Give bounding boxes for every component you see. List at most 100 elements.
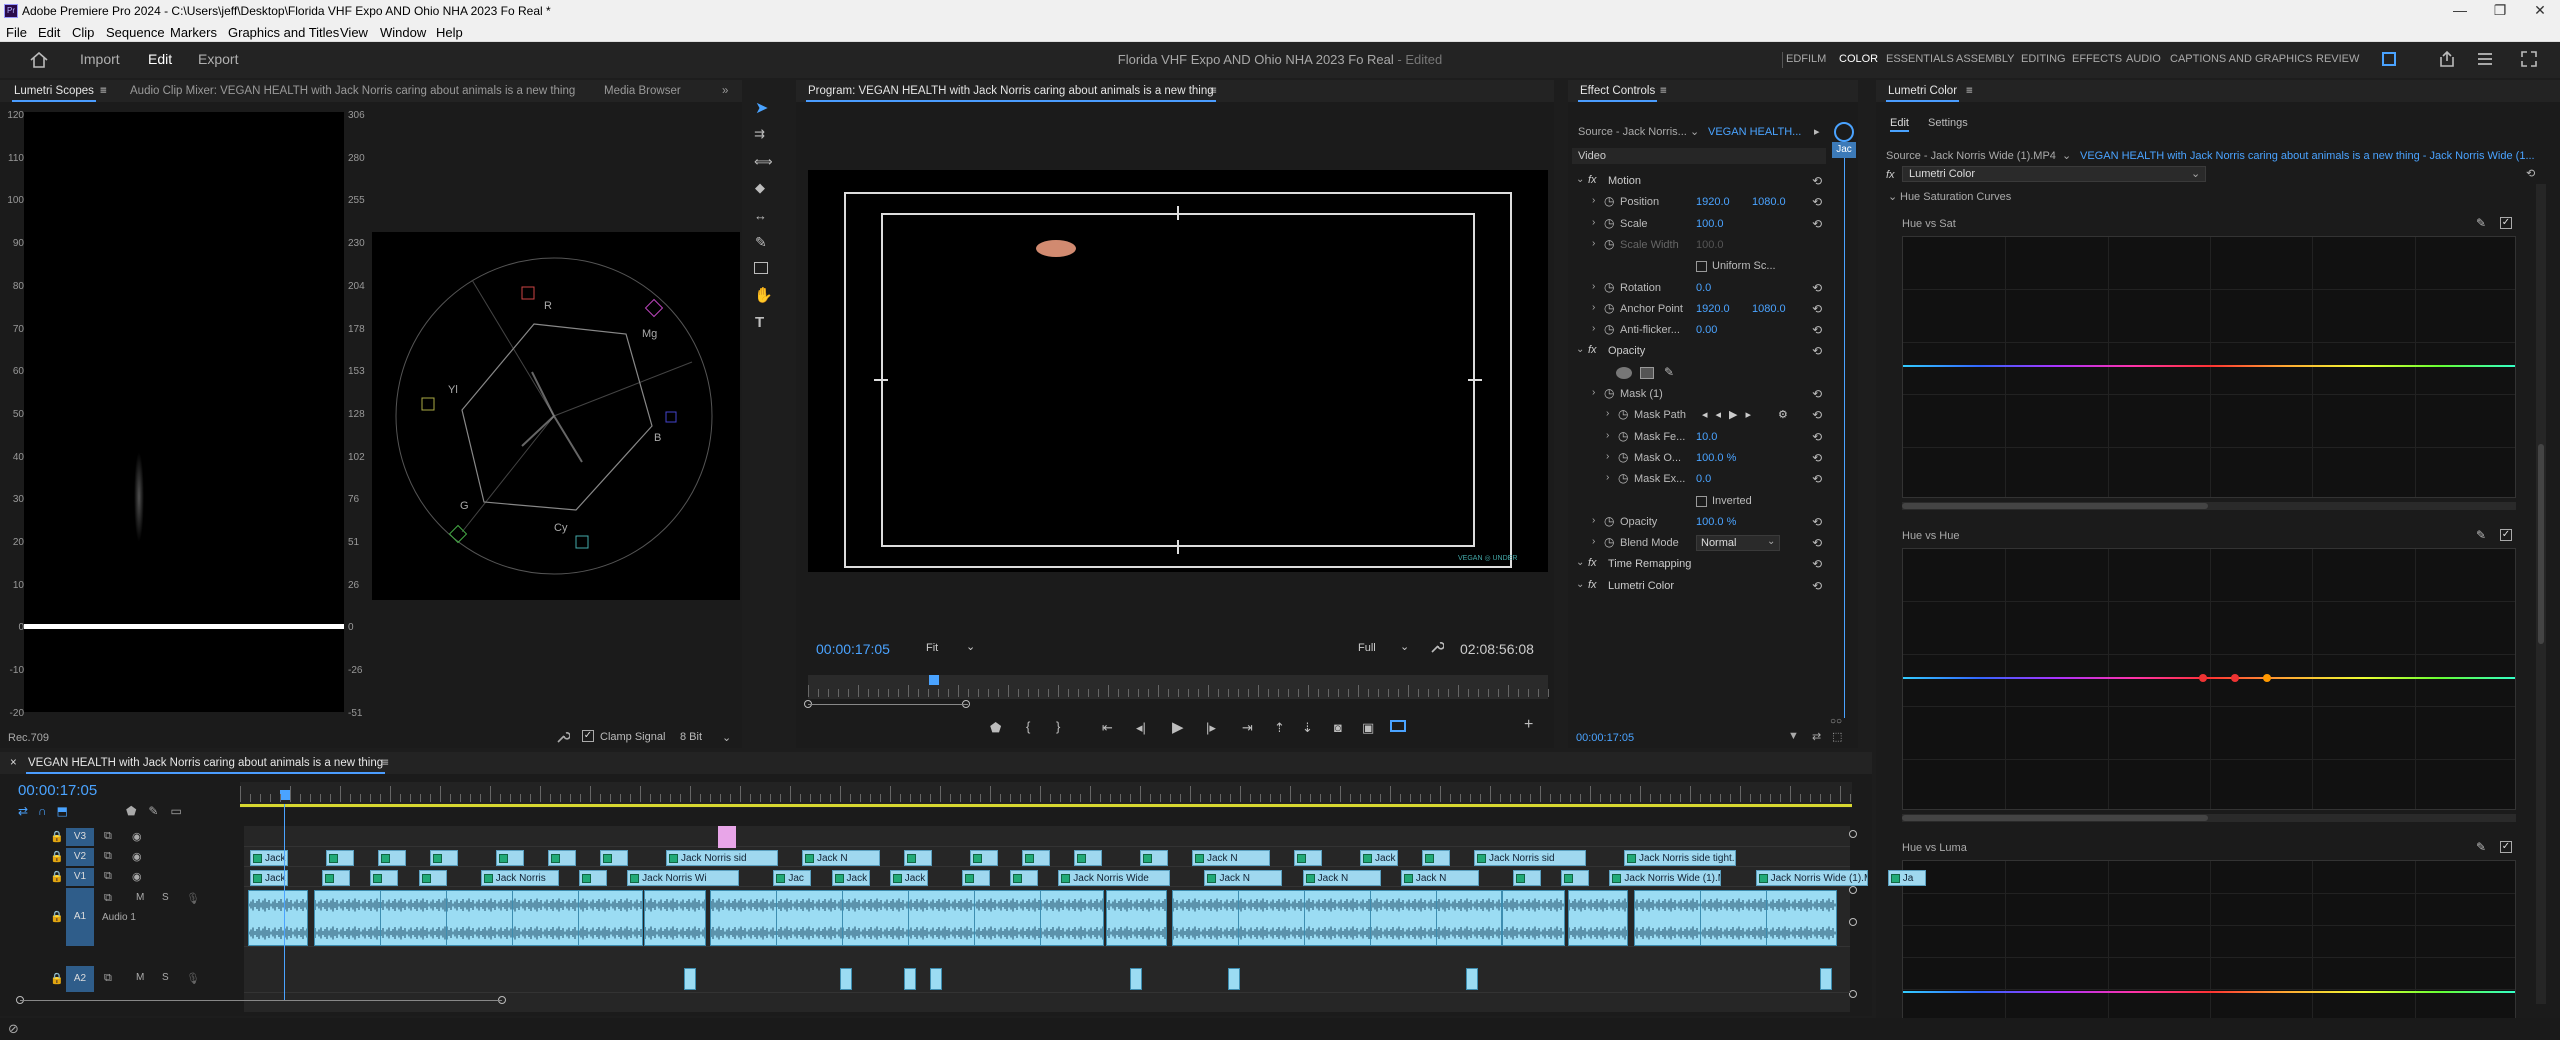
audio-clip[interactable] (446, 890, 517, 946)
audio-clip[interactable] (1700, 890, 1774, 946)
ec-row[interactable]: ⌄ fx Lumetri Color ⟲ (1572, 577, 1832, 597)
video-clip[interactable] (904, 850, 932, 866)
step-forward-icon[interactable]: |▸ (1206, 720, 1216, 736)
expand-chevron-icon[interactable]: › (1606, 430, 1609, 441)
stopwatch-icon[interactable]: ◷ (1604, 194, 1614, 208)
expand-chevron-icon[interactable]: ⌄ (1576, 579, 1584, 590)
audio-clip-small[interactable] (1130, 968, 1142, 990)
video-clip[interactable] (1513, 870, 1542, 886)
zoom-select[interactable]: Fit (926, 642, 938, 654)
video-clip[interactable]: Jack (889, 870, 928, 886)
program-title[interactable]: Program: VEGAN HEALTH with Jack Norris c… (806, 85, 1216, 102)
lumetri-scroll-thumb[interactable] (2538, 444, 2544, 644)
curve-scroll-thumb[interactable] (1902, 503, 2208, 509)
tab-effect-controls[interactable]: Effect Controls (1577, 85, 1658, 102)
video-clip[interactable]: Jack (250, 870, 288, 886)
reset-icon[interactable]: ⟲ (1812, 536, 1822, 550)
video-clip[interactable]: Jack Norris (480, 870, 559, 886)
audio-clip-small[interactable] (840, 968, 852, 990)
expand-chevron-icon[interactable]: › (1592, 302, 1595, 313)
curve-graph[interactable] (1902, 236, 2516, 498)
program-scrubber[interactable] (808, 675, 1549, 699)
stopwatch-icon[interactable]: ◷ (1604, 301, 1614, 315)
zoom-chevron-icon[interactable]: ⌄ (966, 640, 975, 653)
audio-clip[interactable] (248, 890, 308, 946)
track-target[interactable]: V3 (66, 828, 94, 846)
ec-value[interactable]: 1920.0 (1696, 303, 1730, 315)
razor-icon[interactable]: ◆ (755, 180, 765, 196)
slip-icon[interactable]: ↔ (754, 208, 767, 223)
reset-icon[interactable]: ⟲ (1812, 323, 1822, 337)
bit-depth-select[interactable]: 8 Bit (680, 731, 702, 743)
curve-graph[interactable] (1902, 548, 2516, 810)
reset-icon[interactable]: ⟲ (1812, 174, 1822, 188)
stopwatch-icon[interactable]: ◷ (1618, 471, 1628, 485)
video-clip[interactable] (548, 850, 576, 866)
home-icon[interactable] (30, 52, 48, 68)
fx-icon[interactable]: fx (1588, 174, 1597, 186)
ec-value[interactable]: 100.0 % (1696, 452, 1736, 464)
pen-mask-icon[interactable]: ✎ (1664, 365, 1674, 379)
curve-scroll-thumb[interactable] (1902, 815, 2208, 821)
ws-edfilm[interactable]: EDFILM (1786, 53, 1826, 65)
reset-icon[interactable]: ⟲ (1812, 408, 1822, 422)
fx-icon[interactable]: fx (1588, 344, 1597, 356)
tab-lumetri-scopes[interactable]: Lumetri Scopes (12, 85, 96, 102)
audio-clip[interactable] (974, 890, 1041, 946)
tab-audio-clip-mixer[interactable]: Audio Clip Mixer: VEGAN HEALTH with Jack… (130, 85, 575, 97)
lock-icon[interactable]: 🔒 (50, 830, 64, 843)
audio-clip[interactable] (1304, 890, 1376, 946)
lumetri-tab-edit[interactable]: Edit (1890, 117, 1909, 132)
ec-export-icon[interactable]: ⬚ (1832, 730, 1842, 743)
hsl-section-title[interactable]: Hue Saturation Curves (1900, 191, 2011, 203)
rect-mask-icon[interactable] (1640, 366, 1654, 379)
ec-row[interactable]: › ◷ Anti-flicker... 0.00 ⟲ (1572, 321, 1832, 341)
status-search-icon[interactable]: ⊘ (8, 1021, 19, 1037)
tab-media-browser[interactable]: Media Browser (604, 85, 681, 97)
video-clip[interactable] (370, 870, 399, 886)
audio-clip-small[interactable] (1228, 968, 1240, 990)
lumetri-tab-settings[interactable]: Settings (1928, 117, 1968, 129)
reset-icon[interactable]: ⟲ (1812, 302, 1822, 316)
timeline-v-scroll[interactable] (1848, 830, 1858, 1000)
add-marker-icon[interactable]: ⬟ (990, 720, 1001, 736)
ec-row[interactable]: › ◷ Rotation 0.0 ⟲ (1572, 279, 1832, 299)
ec-expand-icon[interactable]: ▸ (1814, 125, 1820, 138)
program-menu-icon[interactable]: ≡ (1210, 85, 1217, 97)
lumetri-source[interactable]: Source - Jack Norris Wide (1).MP4 (1886, 150, 2056, 162)
video-clip[interactable] (1074, 850, 1102, 866)
stopwatch-icon[interactable]: ◷ (1618, 450, 1628, 464)
video-clip[interactable] (1294, 850, 1322, 866)
tabmenu-icon[interactable]: ≡ (100, 85, 107, 97)
ec-row[interactable]: › ◷ Opacity 100.0 % ⟲ (1572, 513, 1832, 533)
reset-icon[interactable]: ⟲ (1812, 515, 1822, 529)
audio-clip[interactable] (578, 890, 643, 946)
video-clip[interactable]: Jack Norris side tight.MP (1624, 850, 1736, 866)
ec-row[interactable]: › ◷ Position 1920.0 1080.0 ⟲ (1572, 193, 1832, 213)
scrubber-zoom-bar[interactable] (808, 704, 968, 705)
audio-clip[interactable] (1040, 890, 1104, 946)
audio-clip-small[interactable] (1466, 968, 1478, 990)
mute-icon[interactable]: M (136, 892, 144, 903)
fx-icon[interactable]: fx (1588, 557, 1597, 569)
timeline-ruler[interactable] (240, 782, 1852, 808)
ec-row[interactable]: ⌄ fx Opacity ⟲ (1572, 342, 1832, 362)
ws-essentials[interactable]: ESSENTIALS (1886, 53, 1954, 65)
timeline-tool-icons[interactable]: ⇄∩⬒ (18, 804, 78, 818)
lock-icon[interactable]: 🔒 (50, 850, 64, 863)
video-clip[interactable]: Jack N (1192, 850, 1270, 866)
ec-checkbox[interactable] (1696, 495, 1707, 507)
eye-icon[interactable]: ◉ (132, 870, 142, 883)
expand-chevron-icon[interactable]: › (1592, 536, 1595, 547)
audio-clip[interactable] (1106, 890, 1167, 946)
lock-icon[interactable]: 🔒 (50, 910, 64, 923)
eyedropper-icon[interactable]: ✎ (2476, 216, 2486, 230)
curve-enable-checkbox[interactable]: ✓ (2500, 841, 2512, 853)
program-timecode[interactable]: 00:00:17:05 (816, 641, 890, 657)
expand-chevron-icon[interactable]: › (1592, 323, 1595, 334)
ec-value[interactable]: 0.0 (1696, 473, 1711, 485)
clamp-signal-checkbox[interactable]: ✓ (582, 730, 594, 742)
nav-export[interactable]: Export (198, 51, 238, 67)
ec-row[interactable]: › ◷ Mask O... 100.0 % ⟲ (1572, 449, 1832, 469)
ec-source[interactable]: Source - Jack Norris... (1578, 126, 1687, 138)
